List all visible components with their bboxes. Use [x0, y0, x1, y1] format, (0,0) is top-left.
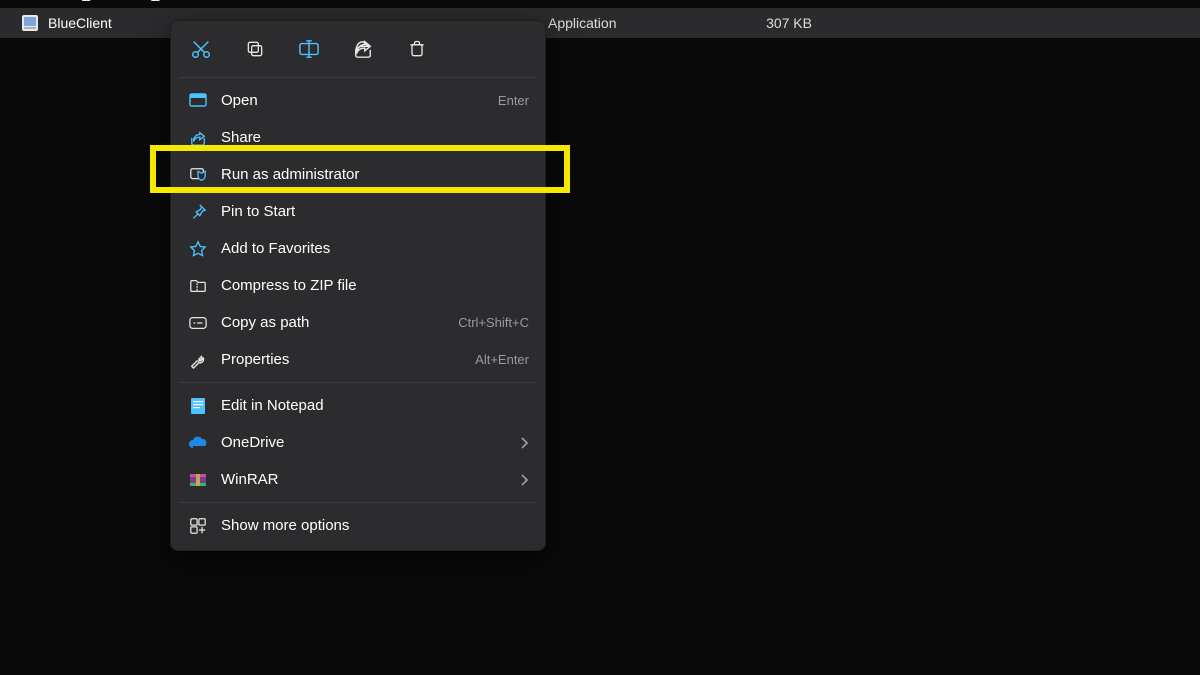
winrar-icon: [187, 469, 209, 491]
context-menu-separator: [179, 77, 537, 78]
menu-item-label: Show more options: [221, 517, 529, 534]
menu-item-shortcut: Ctrl+Shift+C: [458, 315, 529, 330]
delete-button[interactable]: [403, 35, 431, 63]
menu-item-properties[interactable]: Properties Alt+Enter: [177, 341, 539, 378]
menu-item-label: OneDrive: [221, 434, 519, 451]
folder-icon: [20, 0, 40, 3]
rename-button[interactable]: [295, 35, 323, 63]
menu-item-run-as-administrator[interactable]: Run as administrator: [177, 156, 539, 193]
star-icon: [187, 238, 209, 260]
copy-button[interactable]: [241, 35, 269, 63]
pin-icon: [187, 201, 209, 223]
menu-item-show-more-options[interactable]: Show more options: [177, 507, 539, 544]
menu-item-edit-in-notepad[interactable]: Edit in Notepad: [177, 387, 539, 424]
menu-item-label: WinRAR: [221, 471, 519, 488]
menu-item-label: Edit in Notepad: [221, 397, 529, 414]
menu-item-compress-zip[interactable]: Compress to ZIP file: [177, 267, 539, 304]
file-type: Application: [548, 15, 738, 31]
file-name: inZOI_Character_Studio: [48, 0, 358, 1]
open-icon: [187, 90, 209, 112]
more-options-icon: [187, 515, 209, 537]
menu-item-label: Add to Favorites: [221, 240, 529, 257]
context-menu: Open Enter Share Run as administrator: [170, 20, 546, 551]
menu-item-label: Open: [221, 92, 498, 109]
menu-item-label: Share: [221, 129, 529, 146]
menu-item-shortcut: Alt+Enter: [475, 352, 529, 367]
rename-icon: [298, 39, 320, 59]
wrench-icon: [187, 349, 209, 371]
notepad-icon: [187, 395, 209, 417]
share-arrow-icon: [352, 39, 374, 59]
zip-folder-icon: [187, 275, 209, 297]
onedrive-icon: [187, 432, 209, 454]
scissors-icon: [190, 38, 212, 60]
context-menu-toolbar: [177, 27, 539, 73]
chevron-right-icon: [519, 474, 529, 486]
menu-item-label: Pin to Start: [221, 203, 529, 220]
menu-item-onedrive[interactable]: OneDrive: [177, 424, 539, 461]
menu-item-open[interactable]: Open Enter: [177, 82, 539, 119]
menu-item-copy-as-path[interactable]: Copy as path Ctrl+Shift+C: [177, 304, 539, 341]
file-date: 22-08-2024 02:10: [358, 0, 548, 1]
copy-icon: [245, 39, 265, 59]
share-icon: [187, 127, 209, 149]
menu-item-winrar[interactable]: WinRAR: [177, 461, 539, 498]
share-button[interactable]: [349, 35, 377, 63]
menu-item-label: Copy as path: [221, 314, 458, 331]
copy-path-icon: [187, 312, 209, 334]
context-menu-separator: [179, 502, 537, 503]
chevron-right-icon: [519, 437, 529, 449]
menu-item-label: Run as administrator: [221, 166, 529, 183]
file-row[interactable]: inZOI_Character_Studio 22-08-2024 02:10 …: [0, 0, 1200, 8]
menu-item-label: Compress to ZIP file: [221, 277, 529, 294]
context-menu-separator: [179, 382, 537, 383]
menu-item-add-to-favorites[interactable]: Add to Favorites: [177, 230, 539, 267]
menu-item-share[interactable]: Share: [177, 119, 539, 156]
file-type: File folder: [548, 0, 738, 1]
trash-icon: [407, 39, 427, 59]
file-size: 307 KB: [738, 15, 818, 31]
menu-item-shortcut: Enter: [498, 93, 529, 108]
cut-button[interactable]: [187, 35, 215, 63]
menu-item-pin-to-start[interactable]: Pin to Start: [177, 193, 539, 230]
menu-item-label: Properties: [221, 351, 475, 368]
shield-icon: [187, 164, 209, 186]
application-icon: [20, 13, 40, 33]
